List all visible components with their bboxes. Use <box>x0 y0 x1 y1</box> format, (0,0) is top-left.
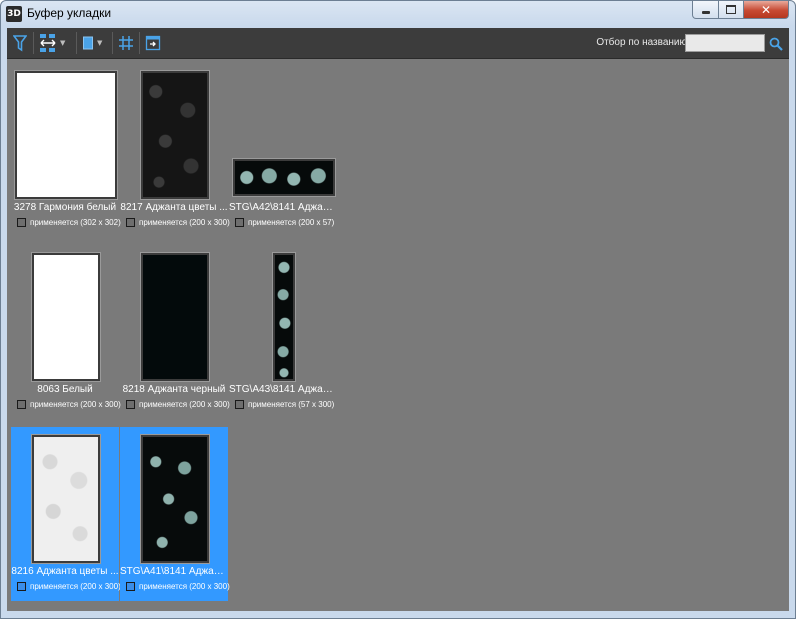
applied-label: применяется (302 x 302) <box>30 218 121 227</box>
close-button[interactable]: ✕ <box>744 1 789 19</box>
filter-icon <box>13 35 27 52</box>
item-name: 8063 Белый <box>37 384 93 395</box>
chevron-down-icon[interactable]: ▼ <box>60 39 65 47</box>
list-item[interactable]: STG\A41\8141 Аджанта применяется (200 x … <box>120 427 230 601</box>
thumbnail-area <box>124 435 224 563</box>
thumbnail-area <box>124 253 224 381</box>
applied-checkbox[interactable] <box>235 218 244 227</box>
applied-label: применяется (200 x 300) <box>30 400 121 409</box>
list-item[interactable]: 8218 Аджанта черный применяется (200 x 3… <box>120 245 230 419</box>
item-name: 3278 Гармония белый <box>13 202 117 213</box>
tile-thumbnail <box>273 253 295 381</box>
list-item[interactable]: STG\A43\8141 Аджанта применяется (57 x 3… <box>229 245 337 419</box>
tile-thumbnail <box>32 253 100 381</box>
applied-checkbox[interactable] <box>126 218 135 227</box>
applied-label: применяется (200 x 300) <box>139 400 230 409</box>
applied-label: применяется (200 x 300) <box>30 582 121 591</box>
apply-button[interactable] <box>145 32 161 54</box>
list-item[interactable]: 8216 Аджанта цветы ... применяется (200 … <box>11 427 121 601</box>
thumbnail-area <box>233 253 333 381</box>
tile-thumbnail <box>141 253 209 381</box>
applied-label: применяется (200 x 57) <box>248 218 335 227</box>
thumbnail-area <box>124 71 224 199</box>
applied-option[interactable]: применяется (200 x 300) <box>126 582 230 591</box>
layout-arrange-icon <box>40 34 56 52</box>
apply-icon <box>145 35 161 51</box>
thumbnail-area <box>233 71 335 199</box>
minimize-button[interactable] <box>692 1 719 19</box>
title-bar[interactable]: 3D Буфер укладки ✕ <box>1 1 795 27</box>
minimize-icon <box>701 11 710 14</box>
filter-button[interactable] <box>13 32 27 54</box>
list-item[interactable]: STG\A42\8141 Аджанта применяется (200 x … <box>229 63 337 237</box>
applied-option[interactable]: применяется (57 x 300) <box>235 400 334 409</box>
list-item[interactable]: 3278 Гармония белый применяется (302 x 3… <box>11 63 121 237</box>
list-item[interactable]: 8217 Аджанта цветы ... применяется (200 … <box>120 63 230 237</box>
applied-checkbox[interactable] <box>126 400 135 409</box>
applied-label: применяется (200 x 300) <box>139 218 230 227</box>
applied-label: применяется (200 x 300) <box>139 582 230 591</box>
toolbar-separator <box>76 32 77 54</box>
maximize-icon <box>726 5 736 14</box>
item-name: STG\A42\8141 Аджанта <box>229 202 337 213</box>
view-mode-icon <box>83 36 93 50</box>
tile-thumbnail <box>233 159 335 196</box>
applied-option[interactable]: применяется (200 x 57) <box>235 218 334 227</box>
window-bottom-border <box>7 611 789 614</box>
window-controls: ✕ <box>692 1 789 19</box>
filter-by-name-input[interactable] <box>685 34 765 52</box>
filter-by-name-label: Отбор по названию <box>596 37 687 48</box>
tile-thumbnail <box>141 435 209 563</box>
applied-option[interactable]: применяется (200 x 300) <box>17 582 121 591</box>
tile-thumbnail <box>15 71 117 199</box>
view-mode-button[interactable]: ▼ <box>82 32 102 54</box>
list-item[interactable]: 8063 Белый применяется (200 x 300) <box>11 245 121 419</box>
applied-option[interactable]: применяется (302 x 302) <box>17 218 121 227</box>
applied-label: применяется (57 x 300) <box>248 400 335 409</box>
tile-thumbnail <box>141 71 209 199</box>
thumbnail-area <box>15 71 117 199</box>
buffer-window: 3D Буфер укладки ✕ ▼ ▼ Отбор по названию… <box>0 0 796 619</box>
thumbnail-area <box>15 435 115 563</box>
app-icon: 3D <box>6 6 22 22</box>
toolbar-separator <box>139 32 140 54</box>
applied-checkbox[interactable] <box>126 582 135 591</box>
close-icon: ✕ <box>760 2 772 17</box>
thumbnail-area <box>15 253 115 381</box>
applied-checkbox[interactable] <box>235 400 244 409</box>
window-title: Буфер укладки <box>27 6 112 20</box>
item-name: STG\A43\8141 Аджанта <box>229 384 337 395</box>
search-button[interactable] <box>769 36 783 51</box>
item-name: 8218 Аджанта черный <box>122 384 226 395</box>
applied-checkbox[interactable] <box>17 582 26 591</box>
applied-option[interactable]: применяется (200 x 300) <box>126 400 230 409</box>
item-name: STG\A41\8141 Аджанта <box>120 566 228 577</box>
maximize-button[interactable] <box>719 1 744 19</box>
item-name: 8216 Аджанта цветы ... <box>11 566 119 577</box>
tile-thumbnail <box>32 435 100 563</box>
tile-list[interactable]: 3278 Гармония белый применяется (302 x 3… <box>7 59 789 611</box>
applied-checkbox[interactable] <box>17 218 26 227</box>
toolbar: ▼ ▼ Отбор по названию <box>7 28 789 59</box>
grid-icon <box>119 36 133 50</box>
arrange-button[interactable]: ▼ <box>39 32 65 54</box>
toolbar-separator <box>33 32 34 54</box>
search-icon <box>769 37 783 51</box>
chevron-down-icon[interactable]: ▼ <box>97 39 102 47</box>
toolbar-separator <box>112 32 113 54</box>
item-name: 8217 Аджанта цветы ... <box>120 202 228 213</box>
applied-option[interactable]: применяется (200 x 300) <box>17 400 121 409</box>
grid-button[interactable] <box>118 32 134 54</box>
applied-checkbox[interactable] <box>17 400 26 409</box>
applied-option[interactable]: применяется (200 x 300) <box>126 218 230 227</box>
